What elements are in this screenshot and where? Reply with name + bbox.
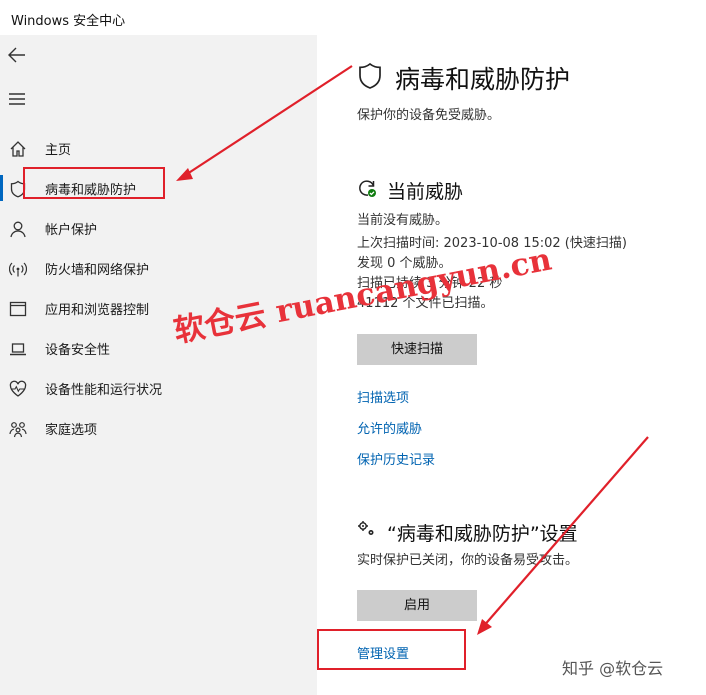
back-arrow-icon [8,47,25,63]
highlight-box-manage-settings [317,629,466,670]
title-bar: Windows 安全中心 [0,0,706,35]
wifi-signal-icon [9,262,27,277]
sidebar-item-label: 应用和浏览器控制 [45,303,150,318]
allowed-threats-link[interactable]: 允许的威胁 [357,418,422,437]
main-panel: 病毒和威胁防护 保护你的设备免受威胁。 当前威胁 当前没有威胁。 上次扫描时间:… [317,35,706,695]
sidebar: 主页 病毒和威胁防护 帐户保护 防火墙和网络保护 应用和浏览器控制 设备安全性 … [0,35,317,695]
sidebar-item-home[interactable]: 主页 [0,128,317,168]
person-icon [10,221,26,238]
quick-scan-button[interactable]: 快速扫描 [357,334,477,365]
laptop-icon [10,343,26,356]
settings-gears-icon [358,521,374,535]
sidebar-item-label: 设备安全性 [45,343,111,358]
scan-options-link[interactable]: 扫描选项 [357,387,409,406]
protection-history-link[interactable]: 保护历史记录 [357,449,435,468]
scan-refresh-icon [359,180,376,197]
realtime-protection-status: 实时保护已关闭，你的设备易受攻击。 [357,553,579,568]
back-button[interactable] [0,40,36,70]
zhihu-watermark: 知乎 @软仓云 [562,659,664,678]
family-icon [9,422,27,438]
window-title: Windows 安全中心 [11,14,126,29]
sidebar-item-label: 帐户保护 [45,223,98,238]
sidebar-item-family-options[interactable]: 家庭选项 [0,408,317,448]
current-threats-heading: 当前威胁 [387,181,464,203]
heart-pulse-icon [9,380,27,397]
shield-icon [359,62,381,89]
page-subtitle: 保护你的设备免受威胁。 [357,108,501,123]
enable-button[interactable]: 启用 [357,590,477,621]
sidebar-item-device-security[interactable]: 设备安全性 [0,328,317,368]
sidebar-item-label: 防火墙和网络保护 [45,263,150,278]
menu-button[interactable] [0,85,36,115]
hamburger-icon [9,93,25,105]
threat-status-line: 当前没有威胁。 [357,213,449,228]
sidebar-item-label: 主页 [45,143,72,158]
sidebar-item-firewall[interactable]: 防火墙和网络保护 [0,248,317,288]
settings-heading: “病毒和威胁防护”设置 [387,523,578,545]
sidebar-item-label: 设备性能和运行状况 [45,383,163,398]
sidebar-item-device-performance[interactable]: 设备性能和运行状况 [0,368,317,408]
page-title: 病毒和威胁防护 [395,65,571,94]
sidebar-item-label: 家庭选项 [45,423,98,438]
app-window-icon [9,301,27,317]
sidebar-item-account-protection[interactable]: 帐户保护 [0,208,317,248]
home-icon [10,141,26,157]
highlight-box-sidebar [23,167,165,199]
